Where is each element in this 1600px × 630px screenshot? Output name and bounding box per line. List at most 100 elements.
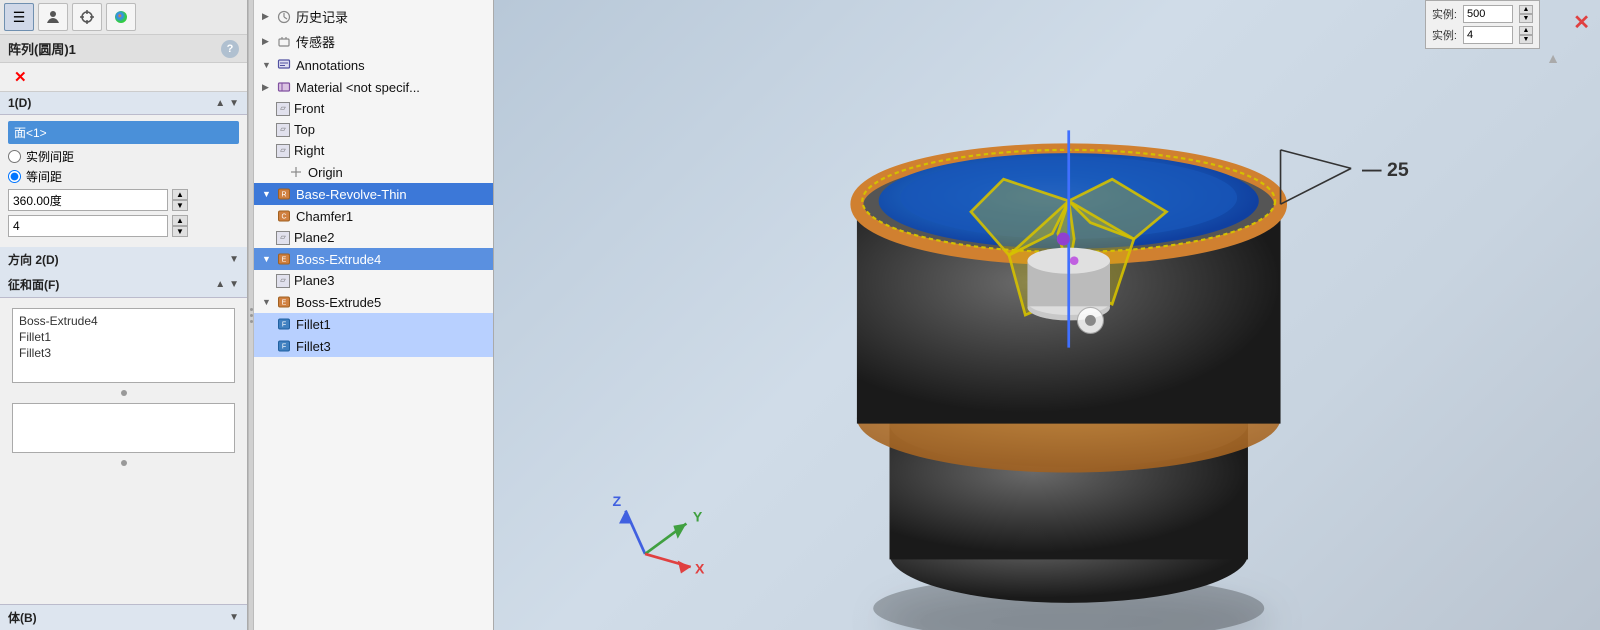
tree-label-origin: Origin xyxy=(308,165,343,180)
instance-input-2[interactable] xyxy=(1463,26,1513,44)
annotation-icon xyxy=(276,57,292,73)
tree-item-front[interactable]: ▶ ▱ Front xyxy=(254,98,493,119)
close-button[interactable]: ✕ xyxy=(8,66,33,88)
help-button[interactable]: ? xyxy=(221,40,239,58)
tree-label-history: 历史记录 xyxy=(296,7,348,26)
main-viewport: 实例: ▲ ▼ 实例: ▲ ▼ xyxy=(494,0,1600,630)
count-up[interactable]: ▲ xyxy=(172,215,188,226)
angle-input[interactable] xyxy=(8,189,168,211)
direction-2d-title: 方向 2(D) xyxy=(8,251,59,268)
tree-item-boss-extrude5[interactable]: ▼ E Boss-Extrude5 xyxy=(254,291,493,313)
face-item-1[interactable]: Boss-Extrude4 xyxy=(17,313,230,329)
tree-label-annotations: Annotations xyxy=(296,58,365,73)
color-button[interactable] xyxy=(106,3,136,31)
fillet1-icon: F xyxy=(276,316,292,332)
crosshair-button[interactable] xyxy=(72,3,102,31)
tree-item-base-revolve[interactable]: ▼ R Base-Revolve-Thin xyxy=(254,183,493,205)
tree-item-origin[interactable]: ▶ Origin xyxy=(254,161,493,183)
person-button[interactable] xyxy=(38,3,68,31)
svg-text:Z: Z xyxy=(613,493,622,509)
face-item-3[interactable]: Fillet3 xyxy=(17,345,230,361)
scroll-up-faces[interactable]: ▲ xyxy=(215,279,225,290)
tree-item-material[interactable]: ▶ Material <not specif... xyxy=(254,76,493,98)
tree-item-plane2[interactable]: ▶ ▱ Plane2 xyxy=(254,227,493,248)
corner-x-button[interactable]: ✕ xyxy=(1573,10,1590,35)
faces-content: Boss-Extrude4 Fillet1 Fillet3 xyxy=(0,298,247,475)
scroll-down-1d[interactable]: ▼ xyxy=(229,98,239,109)
instance-down-2[interactable]: ▼ xyxy=(1519,35,1533,44)
instance-input-1[interactable] xyxy=(1463,5,1513,23)
tree-label-fillet1: Fillet1 xyxy=(296,317,331,332)
material-icon xyxy=(276,79,292,95)
instance-up-2[interactable]: ▲ xyxy=(1519,26,1533,35)
instance-label-2: 实例: xyxy=(1432,27,1457,43)
body-section-arrow: ▼ xyxy=(229,612,239,623)
tree-label-plane2: Plane2 xyxy=(294,230,334,245)
sensor-icon xyxy=(276,34,292,50)
tree-item-boss-extrude4[interactable]: ▼ E Boss-Extrude4 xyxy=(254,248,493,270)
base-revolve-icon: R xyxy=(276,186,292,202)
expand-sensor: ▶ xyxy=(262,36,272,47)
section-1d-header[interactable]: 1(D) ▲ ▼ xyxy=(0,92,247,115)
faces-section-title: 征和面(F) xyxy=(8,276,59,293)
tree-item-plane3[interactable]: ▶ ▱ Plane3 xyxy=(254,270,493,291)
tree-item-history[interactable]: ▶ 历史记录 xyxy=(254,4,493,29)
radio-label-1: 实例间距 xyxy=(26,148,74,165)
tree-item-chamfer1[interactable]: ▶ C Chamfer1 xyxy=(254,205,493,227)
top-plane-icon: ▱ xyxy=(276,123,290,137)
selected-face[interactable]: 面<1> xyxy=(8,121,239,144)
instance-row-2: 实例: ▲ ▼ xyxy=(1432,26,1533,44)
svg-text:R: R xyxy=(281,192,286,199)
angle-spinner: ▲ ▼ xyxy=(172,189,188,211)
count-input[interactable] xyxy=(8,215,168,237)
expand-annotations: ▼ xyxy=(262,60,272,70)
tree-label-fillet3: Fillet3 xyxy=(296,339,331,354)
chamfer1-icon: C xyxy=(276,208,292,224)
count-input-row: ▲ ▼ xyxy=(8,215,239,237)
tree-item-top[interactable]: ▶ ▱ Top xyxy=(254,119,493,140)
instance-spinner-1: ▲ ▼ xyxy=(1519,5,1533,23)
instance-row-1: 实例: ▲ ▼ xyxy=(1432,5,1533,23)
body-section[interactable]: 体(B) ▼ xyxy=(0,604,247,630)
instance-down-1[interactable]: ▼ xyxy=(1519,14,1533,23)
radio-instance-spacing[interactable]: 实例间距 xyxy=(8,148,239,165)
list-button[interactable]: ☰ xyxy=(4,3,34,31)
tree-item-fillet1[interactable]: ▶ F Fillet1 xyxy=(254,313,493,335)
expand-boss-extrude4: ▼ xyxy=(262,254,272,264)
svg-text:F: F xyxy=(282,344,286,351)
tree-item-sensor[interactable]: ▶ 传感器 xyxy=(254,29,493,54)
face-item-2[interactable]: Fillet1 xyxy=(17,329,230,345)
tree-label-material: Material <not specif... xyxy=(296,80,420,95)
instance-up-1[interactable]: ▲ xyxy=(1519,5,1533,14)
tree-label-sensor: 传感器 xyxy=(296,32,335,51)
history-icon xyxy=(276,9,292,25)
direction-2d-section[interactable]: 方向 2(D) ▼ xyxy=(0,247,247,272)
origin-icon xyxy=(288,164,304,180)
vsplit-dots xyxy=(250,308,253,323)
tree-label-top: Top xyxy=(294,122,315,137)
left-panel: ☰ 阵列(圆周)1 ? ✕ 1(D) ▲ ▼ 面<1> 实例间距 xyxy=(0,0,248,630)
panel-title: 阵列(圆周)1 xyxy=(8,39,76,58)
radio-group: 实例间距 等间距 xyxy=(8,148,239,185)
tree-label-plane3: Plane3 xyxy=(294,273,334,288)
expand-boss-extrude5: ▼ xyxy=(262,297,272,307)
count-spinner: ▲ ▼ xyxy=(172,215,188,237)
svg-text:C: C xyxy=(281,214,286,221)
angle-up[interactable]: ▲ xyxy=(172,189,188,200)
angle-down[interactable]: ▼ xyxy=(172,200,188,211)
tree-item-right[interactable]: ▶ ▱ Right xyxy=(254,140,493,161)
svg-text:X: X xyxy=(695,561,705,577)
plane2-icon: ▱ xyxy=(276,231,290,245)
scroll-up-1d[interactable]: ▲ xyxy=(215,98,225,109)
tree-item-annotations[interactable]: ▼ Annotations xyxy=(254,54,493,76)
tree-item-fillet3[interactable]: ▶ F Fillet3 xyxy=(254,335,493,357)
section-1d-content: 面<1> 实例间距 等间距 ▲ ▼ ▲ ▼ xyxy=(0,115,247,247)
instance-spinner-2: ▲ ▼ xyxy=(1519,26,1533,44)
viewport-scroll-up[interactable]: ▲ xyxy=(1546,50,1560,66)
scroll-down-faces[interactable]: ▼ xyxy=(229,279,239,290)
radio-equal-spacing[interactable]: 等间距 xyxy=(8,168,239,185)
faces-list: Boss-Extrude4 Fillet1 Fillet3 xyxy=(12,308,235,383)
faces-section-header[interactable]: 征和面(F) ▲ ▼ xyxy=(0,272,247,298)
boss-extrude4-icon: E xyxy=(276,251,292,267)
count-down[interactable]: ▼ xyxy=(172,226,188,237)
